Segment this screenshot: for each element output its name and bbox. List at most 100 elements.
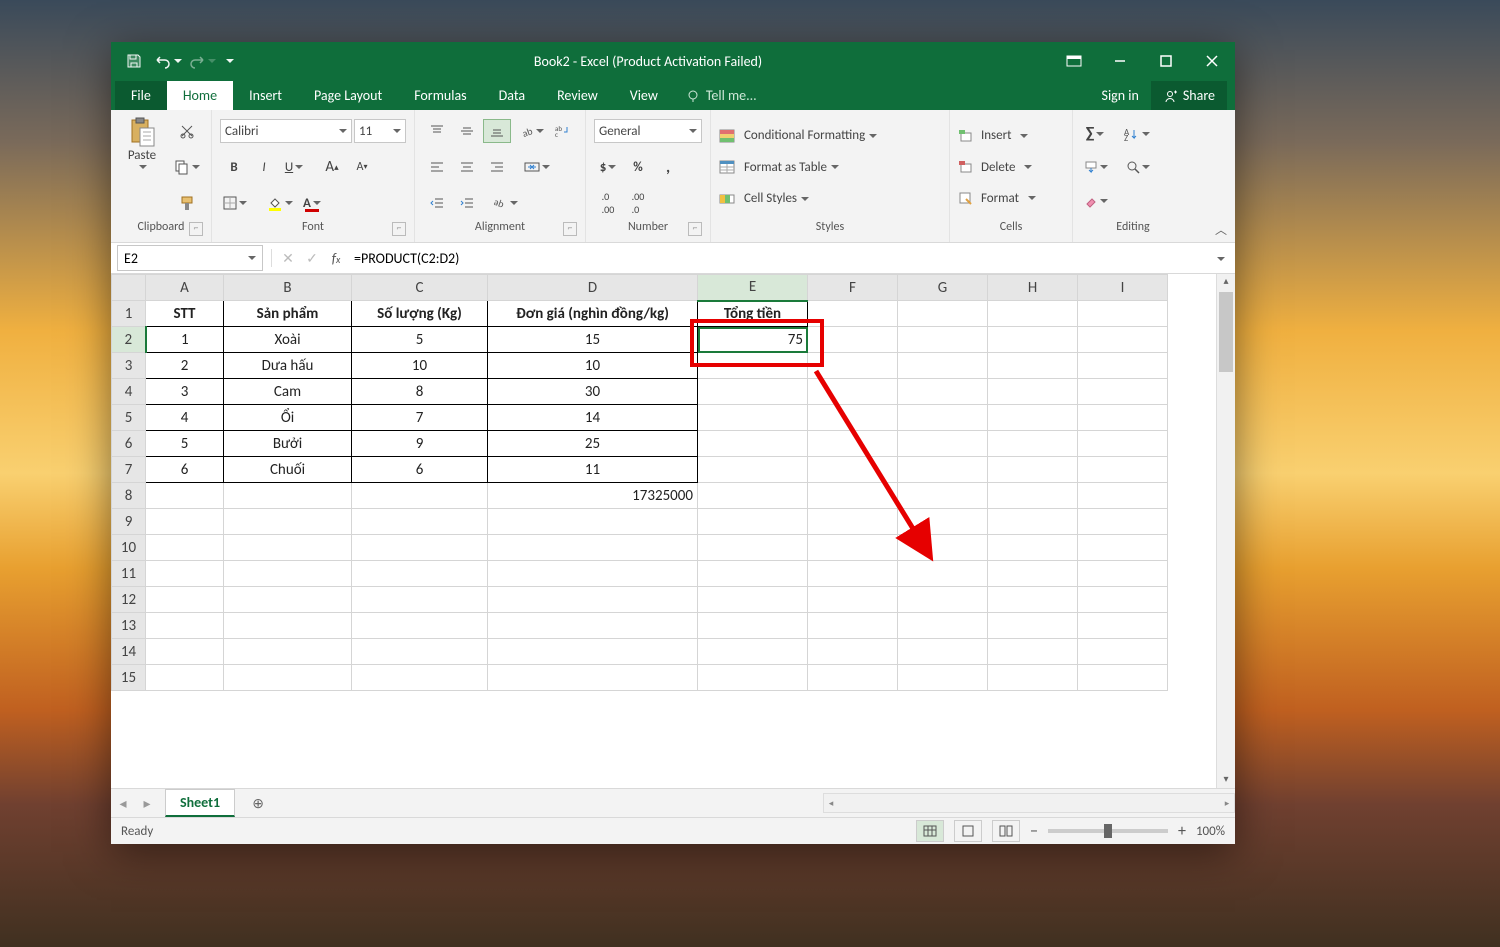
cell-I13[interactable] (1078, 613, 1168, 639)
col-header-A[interactable]: A (146, 275, 224, 301)
maximize-button[interactable] (1143, 42, 1189, 80)
shrink-font-button[interactable]: A▾ (348, 155, 376, 179)
italic-button[interactable]: I (250, 155, 278, 179)
cell-B10[interactable] (224, 535, 352, 561)
ribbon-display-icon[interactable] (1051, 42, 1097, 80)
cell-G2[interactable] (898, 327, 988, 353)
name-box[interactable]: E2 (117, 245, 263, 271)
row-header-11[interactable]: 11 (112, 561, 146, 587)
sheet-nav-next[interactable]: ▸ (135, 795, 159, 812)
cell-G5[interactable] (898, 405, 988, 431)
cut-button[interactable] (171, 119, 203, 143)
sort-filter-button[interactable]: AZ (1121, 122, 1153, 146)
cell-B5[interactable]: Ổi (224, 405, 352, 431)
new-sheet-button[interactable]: ⊕ (245, 795, 271, 812)
format-cells-button[interactable]: Format (958, 191, 1064, 206)
fx-icon[interactable]: fx (324, 250, 348, 267)
cell-B13[interactable] (224, 613, 352, 639)
cell-C8[interactable] (352, 483, 488, 509)
cell-F8[interactable] (808, 483, 898, 509)
col-header-H[interactable]: H (988, 275, 1078, 301)
tab-insert[interactable]: Insert (233, 81, 298, 110)
row-header-5[interactable]: 5 (112, 405, 146, 431)
increase-indent-button[interactable] (453, 191, 481, 215)
cell-styles-button[interactable]: Cell Styles (719, 191, 941, 207)
cell-H7[interactable] (988, 457, 1078, 483)
cell-B14[interactable] (224, 639, 352, 665)
cell-H12[interactable] (988, 587, 1078, 613)
cell-I10[interactable] (1078, 535, 1168, 561)
cell-F2[interactable] (808, 327, 898, 353)
zoom-slider[interactable] (1048, 829, 1168, 833)
col-header-B[interactable]: B (224, 275, 352, 301)
cell-C7[interactable]: 6 (352, 457, 488, 483)
cell-E7[interactable] (698, 457, 808, 483)
increase-decimal-button[interactable]: .0.00 (594, 191, 622, 215)
cell-F7[interactable] (808, 457, 898, 483)
view-page-layout-button[interactable] (954, 820, 982, 842)
cell-F12[interactable] (808, 587, 898, 613)
cell-A12[interactable] (146, 587, 224, 613)
cell-C1[interactable]: Số lượng (Kg) (352, 301, 488, 327)
font-dialog-launcher[interactable]: ⌐ (392, 222, 406, 236)
find-select-button[interactable] (1123, 155, 1153, 179)
cell-C5[interactable]: 7 (352, 405, 488, 431)
cell-B1[interactable]: Sản phẩm (224, 301, 352, 327)
cell-B4[interactable]: Cam (224, 379, 352, 405)
orientation-button[interactable]: ab (519, 119, 547, 143)
enter-formula-icon[interactable]: ✓ (300, 250, 324, 267)
share-button[interactable]: Share (1151, 81, 1227, 110)
cell-A9[interactable] (146, 509, 224, 535)
cell-H15[interactable] (988, 665, 1078, 691)
cell-E11[interactable] (698, 561, 808, 587)
cell-I14[interactable] (1078, 639, 1168, 665)
cell-H6[interactable] (988, 431, 1078, 457)
row-header-14[interactable]: 14 (112, 639, 146, 665)
tab-formulas[interactable]: Formulas (398, 81, 482, 110)
close-button[interactable] (1189, 42, 1235, 80)
delete-cells-button[interactable]: Delete (958, 160, 1064, 175)
cell-G14[interactable] (898, 639, 988, 665)
cell-E8[interactable] (698, 483, 808, 509)
fill-color-button[interactable] (264, 191, 296, 215)
paste-button[interactable]: Paste (119, 114, 165, 220)
horizontal-scrollbar[interactable]: ◂ ▸ (823, 793, 1235, 813)
cell-I3[interactable] (1078, 353, 1168, 379)
cell-C10[interactable] (352, 535, 488, 561)
cell-B11[interactable] (224, 561, 352, 587)
col-header-F[interactable]: F (808, 275, 898, 301)
cell-F11[interactable] (808, 561, 898, 587)
cell-B8[interactable] (224, 483, 352, 509)
row-header-8[interactable]: 8 (112, 483, 146, 509)
cell-E10[interactable] (698, 535, 808, 561)
cell-A10[interactable] (146, 535, 224, 561)
cell-F13[interactable] (808, 613, 898, 639)
tell-me-search[interactable]: Tell me... (674, 81, 769, 110)
tab-data[interactable]: Data (483, 81, 541, 110)
collapse-ribbon-icon[interactable]: ︿ (1215, 221, 1227, 238)
redo-icon[interactable] (187, 46, 217, 76)
cell-C11[interactable] (352, 561, 488, 587)
cell-A6[interactable]: 5 (146, 431, 224, 457)
cell-C6[interactable]: 9 (352, 431, 488, 457)
autosum-button[interactable]: ∑ (1081, 122, 1109, 146)
wrap-text-button[interactable]: abc (549, 119, 577, 143)
cell-H2[interactable] (988, 327, 1078, 353)
font-size-select[interactable]: 11 (354, 119, 406, 143)
cell-G12[interactable] (898, 587, 988, 613)
save-icon[interactable] (119, 46, 149, 76)
cell-F1[interactable] (808, 301, 898, 327)
cell-E1[interactable]: Tổng tiền (698, 301, 808, 327)
row-header-2[interactable]: 2 (112, 327, 146, 353)
cell-C13[interactable] (352, 613, 488, 639)
cell-A14[interactable] (146, 639, 224, 665)
formula-input[interactable]: =PRODUCT(C2:D2) (348, 250, 1211, 267)
cell-C3[interactable]: 10 (352, 353, 488, 379)
conditional-formatting-button[interactable]: Conditional Formatting (719, 128, 941, 144)
align-middle-button[interactable] (453, 119, 481, 143)
cell-C15[interactable] (352, 665, 488, 691)
cell-A3[interactable]: 2 (146, 353, 224, 379)
sheet-tab-sheet1[interactable]: Sheet1 (165, 789, 235, 817)
col-header-E[interactable]: E (698, 275, 808, 301)
cell-A5[interactable]: 4 (146, 405, 224, 431)
